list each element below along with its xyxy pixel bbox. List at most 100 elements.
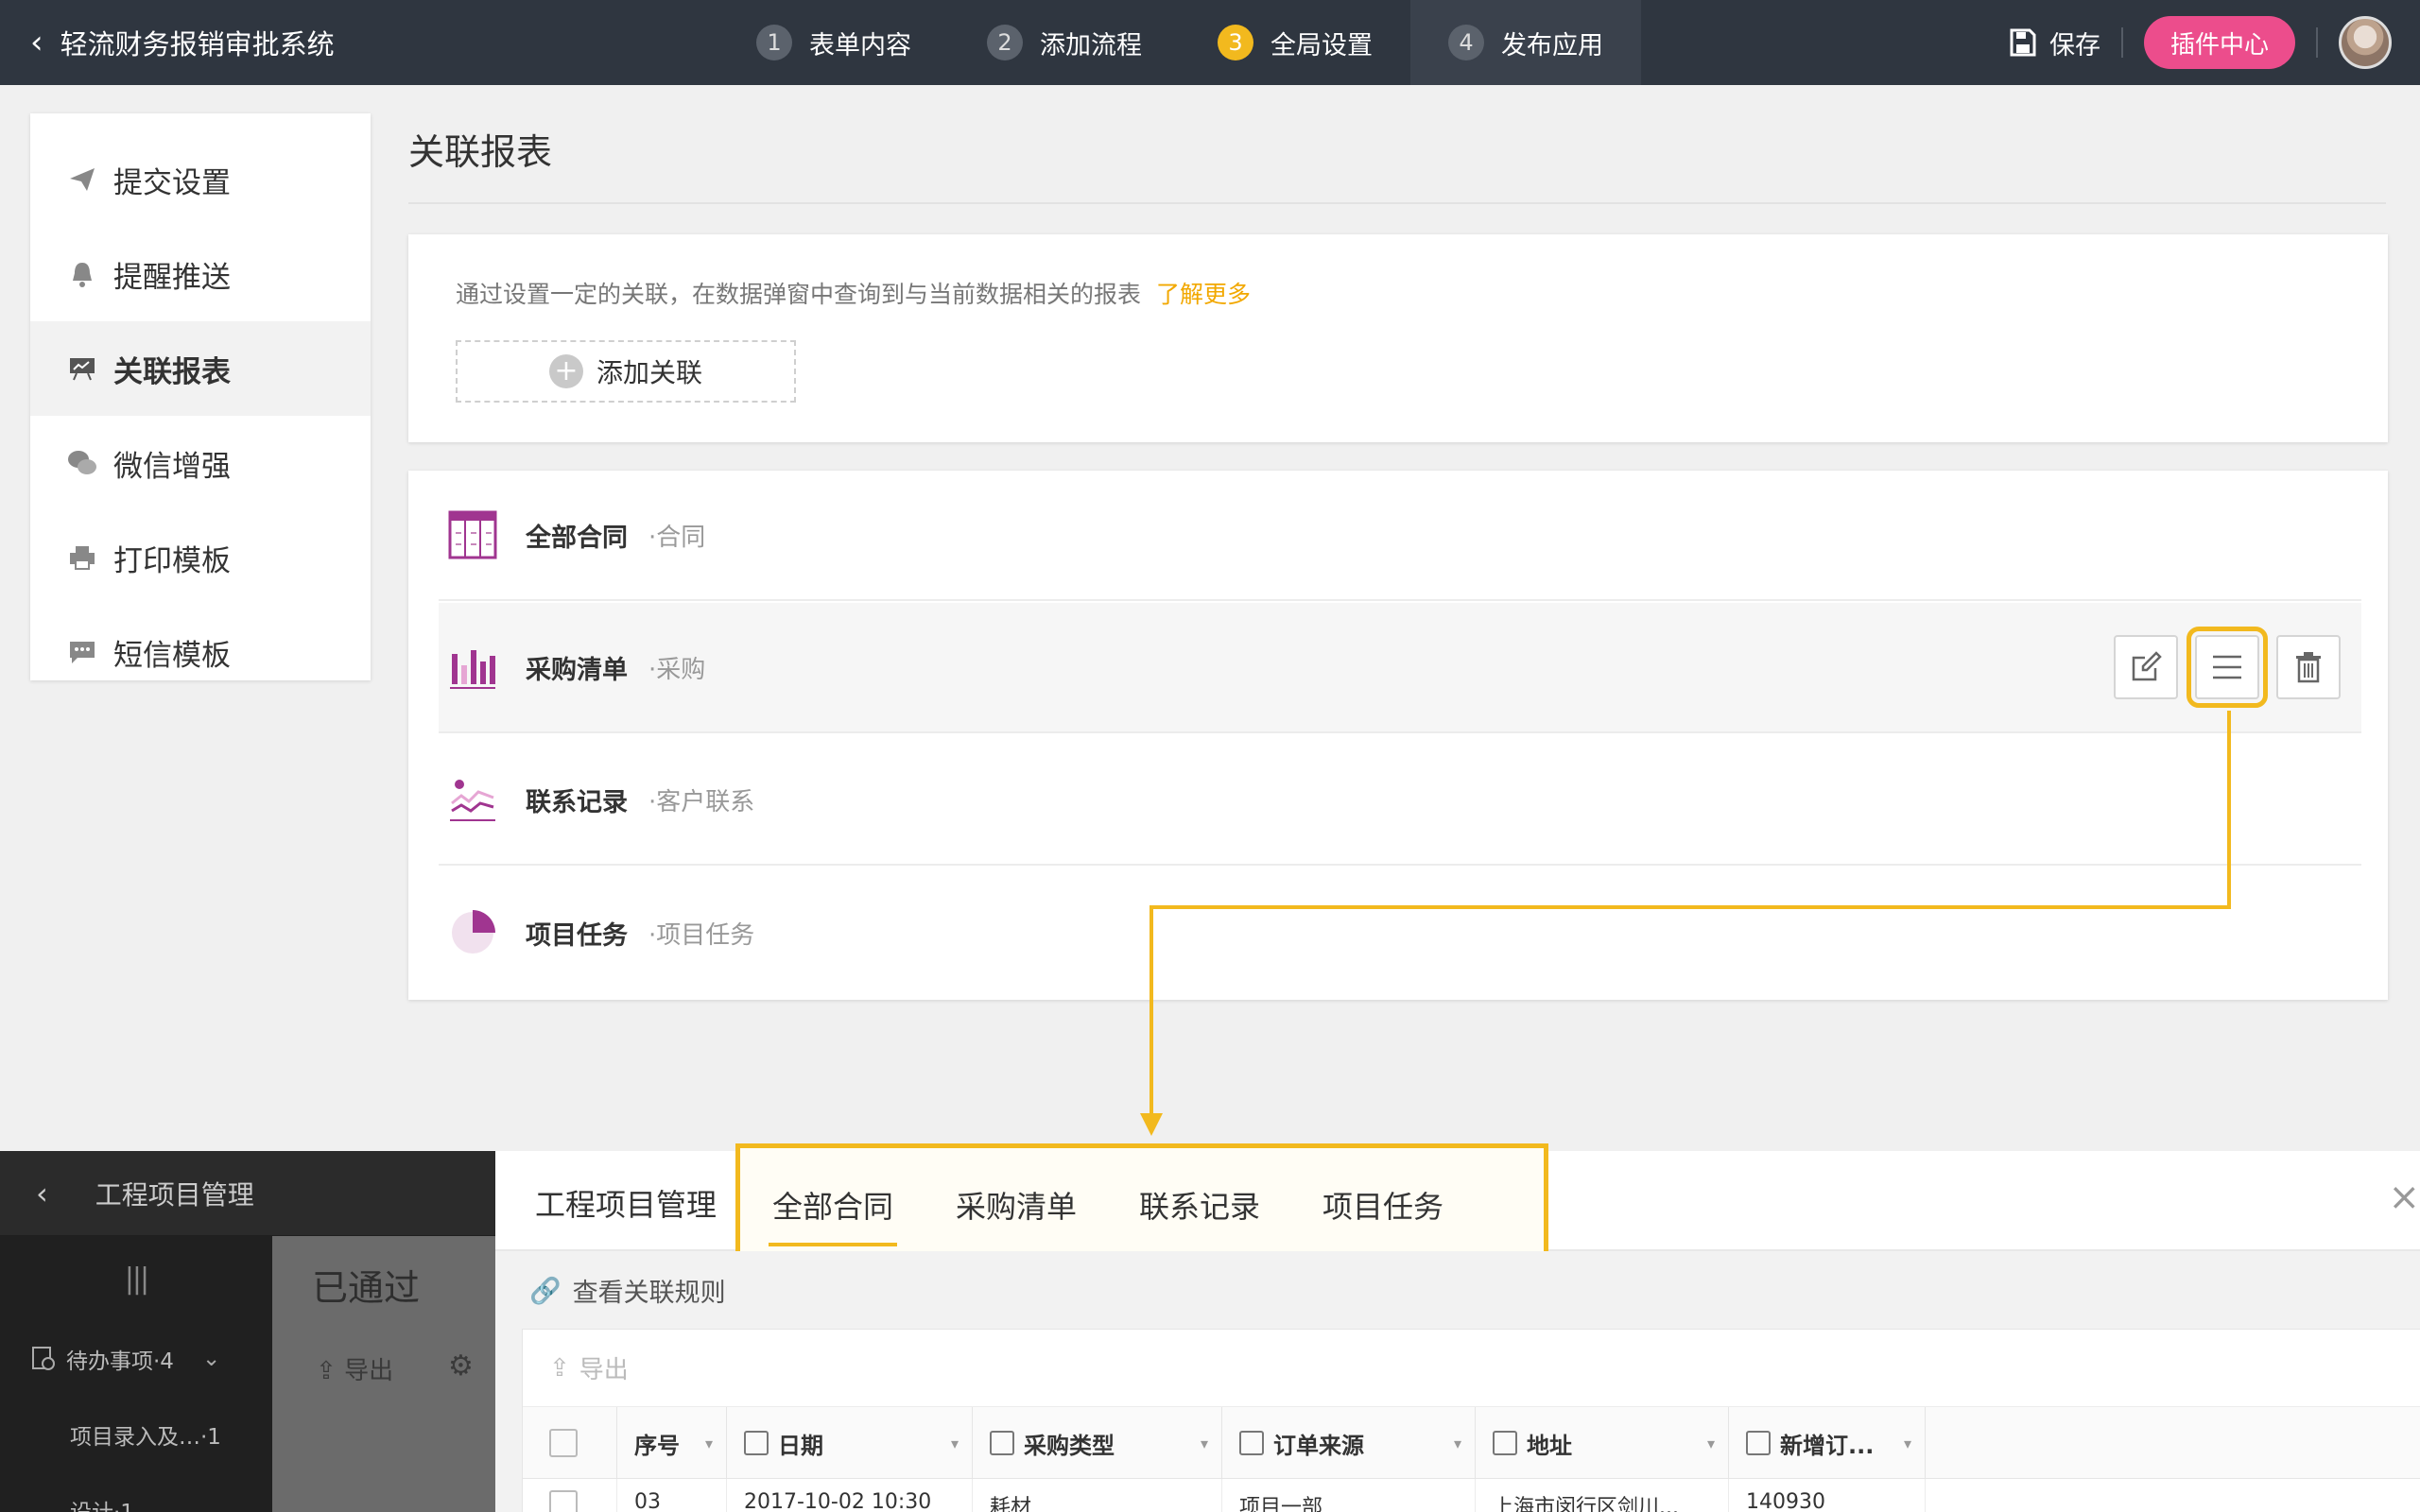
menu-item-print-template[interactable]: 打印模板: [30, 510, 371, 605]
step-form-content[interactable]: 1 表单内容: [718, 0, 949, 85]
arrow-down-icon: [1140, 1113, 1163, 1136]
report-row[interactable]: 联系记录 ·客户联系: [439, 735, 2361, 866]
menu-item-label: 打印模板: [113, 543, 231, 578]
row-checkbox-cell: [523, 1479, 617, 1512]
step-number: 4: [1448, 25, 1484, 60]
connector-line: [1150, 905, 2231, 909]
close-icon[interactable]: ×: [2388, 1176, 2420, 1219]
avatar[interactable]: [2339, 16, 2392, 69]
printer-icon: [66, 541, 98, 574]
todo-item[interactable]: 待办事项·4 ⌄: [0, 1321, 272, 1397]
table-row[interactable]: 03 2017-10-02 10:30 耗材 项目一部 上海市闵行区剑川... …: [523, 1479, 2420, 1512]
table-toolbar: ⇪ 导出: [523, 1330, 2420, 1407]
connector-line: [2227, 711, 2231, 909]
column-header[interactable]: 订单来源 ▾: [1222, 1407, 1476, 1479]
column-label: 采购类型: [1024, 1432, 1115, 1459]
preview-header: 工程项目管理 全部合同 采购清单 联系记录 项目任务 ×: [495, 1143, 2420, 1266]
report-tabs: 全部合同 采购清单 联系记录 项目任务: [735, 1143, 1548, 1266]
report-row[interactable]: 全部合同 ·合同: [439, 471, 2361, 601]
export-icon: ⇪: [549, 1353, 570, 1383]
checkbox[interactable]: [549, 1429, 578, 1457]
gear-icon[interactable]: ⚙: [448, 1349, 474, 1383]
export-label: 导出: [344, 1357, 394, 1385]
report-row[interactable]: 项目任务 ·项目任务: [439, 868, 2361, 998]
select-all-checkbox[interactable]: [523, 1407, 617, 1479]
view-rules-label: 查看关联规则: [572, 1279, 726, 1308]
learn-more-link[interactable]: 了解更多: [1156, 281, 1251, 308]
report-name: 采购清单: [526, 655, 628, 685]
link-icon: 🔗: [529, 1276, 562, 1306]
todo-label: 待办事项·4: [66, 1349, 174, 1374]
report-name: 全部合同: [526, 523, 628, 553]
tab-project-tasks[interactable]: 项目任务: [1322, 1177, 1443, 1233]
table-report-icon: [448, 510, 497, 559]
table-export-button[interactable]: 导出: [579, 1350, 629, 1385]
info-card: 通过设置一定的关联，在数据弹窗中查询到与当前数据相关的报表 了解更多 + 添加关联: [408, 234, 2388, 442]
app-title: 轻流财务报销审批系统: [60, 28, 335, 60]
line-chart-icon: [450, 780, 495, 821]
bar-chart-icon: [450, 650, 495, 689]
tab-contact-records[interactable]: 联系记录: [1139, 1177, 1260, 1233]
column-header[interactable]: 日期 ▾: [727, 1407, 973, 1479]
tab-purchase-list[interactable]: 采购清单: [956, 1177, 1077, 1233]
table-cell: 03: [617, 1479, 727, 1512]
design-item[interactable]: 设计·1: [0, 1472, 272, 1512]
project-entry-item[interactable]: 项目录入及…·1: [0, 1397, 272, 1472]
radio-icon: [1239, 1431, 1264, 1455]
step-number: 2: [987, 25, 1023, 60]
column-header[interactable]: 序号 ▾: [617, 1407, 727, 1479]
checkbox-icon: [990, 1431, 1014, 1455]
app-title-back[interactable]: ‹ 轻流财务报销审批系统: [30, 0, 335, 85]
menu-item-label: 关联报表: [113, 354, 231, 389]
report-source: ·客户联系: [648, 787, 755, 816]
export-icon: ⇪: [316, 1357, 337, 1385]
menu-item-reminder[interactable]: 提醒推送: [30, 227, 371, 321]
delete-button[interactable]: [2276, 635, 2341, 699]
checkbox[interactable]: [549, 1490, 578, 1512]
save-label: 保存: [2048, 30, 2100, 60]
step-publish-app[interactable]: 4 发布应用: [1410, 0, 1641, 85]
preview-app-title: 工程项目管理: [535, 1187, 717, 1223]
menu-item-label: 提醒推送: [113, 260, 231, 295]
menu-item-wechat[interactable]: 微信增强: [30, 416, 371, 510]
plugin-center-button[interactable]: 插件中心: [2143, 16, 2295, 69]
column-header[interactable]: 地址 ▾: [1476, 1407, 1729, 1479]
trash-icon: [2296, 652, 2321, 683]
divider: [2316, 27, 2318, 58]
edit-button[interactable]: [2114, 635, 2178, 699]
column-header[interactable]: 采购类型 ▾: [973, 1407, 1222, 1479]
add-relation-button[interactable]: + 添加关联: [456, 340, 796, 403]
menu-bars-icon[interactable]: |||: [0, 1236, 272, 1321]
preview-sidebar-header: ‹ 工程项目管理: [0, 1151, 495, 1236]
menu-item-linked-reports[interactable]: 关联报表: [30, 321, 371, 416]
column-label: 地址: [1527, 1432, 1572, 1459]
caret-down-icon: ▾: [1903, 1434, 1911, 1452]
column-header[interactable]: 新增订... ▾: [1729, 1407, 1926, 1479]
caret-down-icon: ▾: [704, 1434, 713, 1452]
export-button[interactable]: ⇪ 导出: [316, 1351, 393, 1386]
sms-icon: [66, 636, 98, 668]
step-add-flow[interactable]: 2 添加流程: [949, 0, 1180, 85]
menu-item-submit-settings[interactable]: 提交设置: [30, 132, 371, 227]
preview-panel: ‹ 工程项目管理 ||| 待办事项·4 ⌄ 项目录入及…·1 设计·1 已通过 …: [0, 1143, 2420, 1512]
view-rules-link[interactable]: 🔗 查看关联规则: [529, 1272, 726, 1309]
chevron-left-icon[interactable]: ‹: [36, 1176, 48, 1211]
report-source: ·合同: [648, 523, 706, 552]
report-row[interactable]: 采购清单 ·采购: [439, 603, 2361, 733]
column-label: 序号: [634, 1432, 680, 1459]
step-global-settings[interactable]: 3 全局设置: [1180, 0, 1410, 85]
save-button[interactable]: 保存: [2010, 25, 2100, 61]
menu-button[interactable]: [2187, 627, 2268, 708]
todo-icon: [32, 1347, 55, 1370]
menu-item-sms-template[interactable]: 短信模板: [30, 605, 371, 699]
info-text: 通过设置一定的关联，在数据弹窗中查询到与当前数据相关的报表: [456, 281, 1142, 308]
passed-title: 已通过: [312, 1267, 421, 1309]
preview-sidebar: ‹ 工程项目管理 ||| 待办事项·4 ⌄ 项目录入及…·1 设计·1 已通过 …: [0, 1151, 495, 1512]
tab-all-contracts[interactable]: 全部合同: [768, 1177, 898, 1246]
add-relation-label: 添加关联: [596, 357, 702, 388]
chevron-left-icon[interactable]: ‹: [30, 24, 43, 61]
preview-sidebar-title: 工程项目管理: [95, 1178, 254, 1211]
column-label: 新增订...: [1780, 1432, 1875, 1459]
step-label: 添加流程: [1040, 30, 1142, 60]
caret-down-icon: ▾: [1706, 1434, 1715, 1452]
